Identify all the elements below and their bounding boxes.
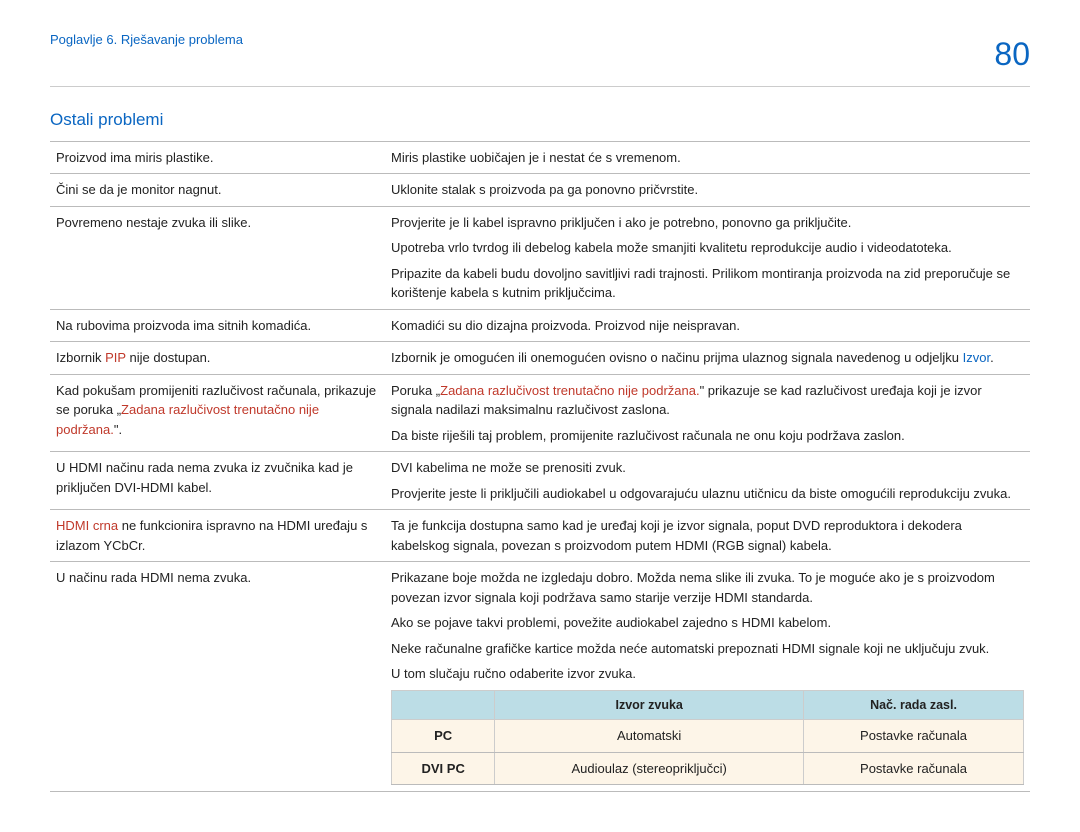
section-title: Ostali problemi [50, 107, 1030, 133]
desc-cell: Izbornik je omogućen ili onemogućen ovis… [385, 342, 1030, 375]
table-row: U HDMI načinu rada nema zvuka iz zvučnik… [50, 452, 1030, 510]
sub-td: Audioulaz (stereopriključci) [495, 752, 804, 785]
issue-cell: U HDMI načinu rada nema zvuka iz zvučnik… [50, 452, 385, 510]
sub-td: Postavke računala [804, 720, 1024, 753]
desc-para: Da biste riješili taj problem, promijeni… [391, 426, 1024, 446]
desc-para: U tom slučaju ručno odaberite izvor zvuk… [391, 664, 1024, 684]
desc-link: Izvor [963, 350, 990, 365]
issue-text: Izbornik [56, 350, 105, 365]
sub-td: Postavke računala [804, 752, 1024, 785]
desc-para: DVI kabelima ne može se prenositi zvuk. [391, 458, 1024, 478]
desc-red-inline: Zadana razlučivost trenutačno nije podrž… [440, 383, 699, 398]
issue-cell: HDMI crna ne funkcionira ispravno na HDM… [50, 510, 385, 562]
desc-cell: Provjerite je li kabel ispravno priključ… [385, 206, 1030, 309]
issue-cell: Proizvod ima miris plastike. [50, 141, 385, 174]
desc-para: Ako se pojave takvi problemi, povežite a… [391, 613, 1024, 633]
issue-text: nije dostupan. [126, 350, 211, 365]
header-divider [50, 86, 1030, 87]
table-row: Izbornik PIP nije dostupan. Izbornik je … [50, 342, 1030, 375]
sub-td: Automatski [495, 720, 804, 753]
sub-td: DVI PC [392, 752, 495, 785]
table-row: U načinu rada HDMI nema zvuka. Prikazane… [50, 562, 1030, 792]
desc-text: Izbornik je omogućen ili onemogućen ovis… [391, 350, 963, 365]
table-row: Čini se da je monitor nagnut. Uklonite s… [50, 174, 1030, 207]
desc-cell: Prikazane boje možda ne izgledaju dobro.… [385, 562, 1030, 792]
sub-td: PC [392, 720, 495, 753]
sub-th-source: Izvor zvuka [495, 690, 804, 720]
audio-source-table: Izvor zvuka Nač. rada zasl. PC Automatsk… [391, 690, 1024, 786]
table-row: HDMI crna ne funkcionira ispravno na HDM… [50, 510, 1030, 562]
desc-para: Provjerite je li kabel ispravno priključ… [391, 213, 1024, 233]
desc-para: Neke računalne grafičke kartice možda ne… [391, 639, 1024, 659]
sub-table-header-row: Izvor zvuka Nač. rada zasl. [392, 690, 1024, 720]
desc-para: Prikazane boje možda ne izgledaju dobro.… [391, 568, 1024, 607]
table-row: Proizvod ima miris plastike. Miris plast… [50, 141, 1030, 174]
sub-th-empty [392, 690, 495, 720]
sub-th-mode: Nač. rada zasl. [804, 690, 1024, 720]
issue-red: PIP [105, 350, 126, 365]
issue-cell: Kad pokušam promijeniti razlučivost raču… [50, 374, 385, 452]
table-row: Kad pokušam promijeniti razlučivost raču… [50, 374, 1030, 452]
desc-para: Provjerite jeste li priključili audiokab… [391, 484, 1024, 504]
issue-cell: Povremeno nestaje zvuka ili slike. [50, 206, 385, 309]
desc-cell: Uklonite stalak s proizvoda pa ga ponovn… [385, 174, 1030, 207]
desc-cell: Komadići su dio dizajna proizvoda. Proiz… [385, 309, 1030, 342]
desc-cell: Miris plastike uobičajen je i nestat će … [385, 141, 1030, 174]
page-header: Poglavlje 6. Rješavanje problema 80 [50, 30, 1030, 78]
table-row: Povremeno nestaje zvuka ili slike. Provj… [50, 206, 1030, 309]
sub-table-row: PC Automatski Postavke računala [392, 720, 1024, 753]
desc-para: Poruka „Zadana razlučivost trenutačno ni… [391, 381, 1024, 420]
desc-cell: Ta je funkcija dostupna samo kad je uređ… [385, 510, 1030, 562]
problems-table: Proizvod ima miris plastike. Miris plast… [50, 141, 1030, 793]
desc-cell: Poruka „Zadana razlučivost trenutačno ni… [385, 374, 1030, 452]
issue-cell: Čini se da je monitor nagnut. [50, 174, 385, 207]
desc-para: Pripazite da kabeli budu dovoljno savitl… [391, 264, 1024, 303]
issue-cell: Izbornik PIP nije dostupan. [50, 342, 385, 375]
sub-table-row: DVI PC Audioulaz (stereopriključci) Post… [392, 752, 1024, 785]
issue-text: ". [114, 422, 122, 437]
issue-red: HDMI crna [56, 518, 118, 533]
desc-para: Upotreba vrlo tvrdog ili debelog kabela … [391, 238, 1024, 258]
desc-cell: DVI kabelima ne može se prenositi zvuk. … [385, 452, 1030, 510]
chapter-title: Poglavlje 6. Rješavanje problema [50, 30, 243, 50]
issue-cell: U načinu rada HDMI nema zvuka. [50, 562, 385, 792]
issue-cell: Na rubovima proizvoda ima sitnih komadić… [50, 309, 385, 342]
table-row: Na rubovima proizvoda ima sitnih komadić… [50, 309, 1030, 342]
desc-text: . [990, 350, 994, 365]
page-number: 80 [994, 30, 1030, 78]
